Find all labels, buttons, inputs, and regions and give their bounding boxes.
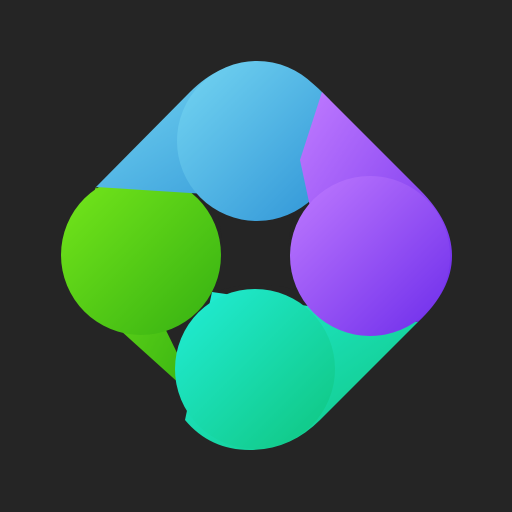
- four-petal-diamond-logo-icon: [0, 0, 512, 512]
- app-icon-canvas: [0, 0, 512, 512]
- center-cutout: [214, 214, 296, 292]
